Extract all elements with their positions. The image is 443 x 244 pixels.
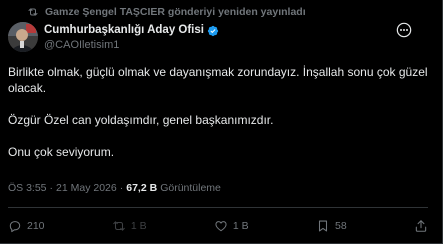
reply-count: 210 bbox=[27, 220, 45, 232]
avatar[interactable] bbox=[8, 22, 38, 52]
views-label: Görüntüleme bbox=[160, 182, 221, 194]
tweet-paragraph: Birlikte olmak, güçlü olmak ve dayanışma… bbox=[8, 65, 428, 95]
avatar-image bbox=[8, 22, 38, 52]
repost-header-text[interactable]: Gamze Şengel TAŞCIER gönderiyi yeniden y… bbox=[45, 6, 306, 18]
tweet-paragraph: Özgür Özel can yoldaşımdır, genel başkan… bbox=[8, 113, 274, 127]
heart-icon bbox=[215, 221, 227, 232]
tweet-body: Birlikte olmak, güçlü olmak ve dayanışma… bbox=[8, 64, 428, 160]
author-header: Cumhurbaşkanlığı Aday Ofisi @CAOIletisim… bbox=[44, 24, 219, 52]
meta-separator: · bbox=[49, 182, 54, 194]
bookmark-button[interactable]: 58 bbox=[316, 219, 347, 233]
tweet-card[interactable]: Gamze Şengel TAŞCIER gönderiyi yeniden y… bbox=[0, 0, 443, 244]
repost-header[interactable]: Gamze Şengel TAŞCIER gönderiyi yeniden y… bbox=[27, 6, 306, 18]
verified-badge-icon[interactable] bbox=[207, 25, 219, 37]
author-handle[interactable]: @CAOIletisim1 bbox=[44, 39, 219, 52]
repost-count: 1 B bbox=[130, 220, 147, 232]
reply-button[interactable]: 210 bbox=[8, 219, 45, 233]
tweet-paragraph: Onu çok seviyorum. bbox=[8, 145, 115, 159]
repost-icon bbox=[113, 221, 125, 231]
share-button[interactable] bbox=[414, 219, 428, 233]
action-bar: 210 1 B 1 B 58 bbox=[8, 219, 428, 233]
meta-separator: · bbox=[119, 182, 124, 194]
repost-button[interactable]: 1 B bbox=[112, 219, 147, 233]
views-count: 67,2 B bbox=[126, 182, 158, 194]
bookmark-count: 58 bbox=[335, 220, 347, 232]
like-count: 1 B bbox=[232, 220, 249, 232]
share-icon bbox=[415, 220, 427, 232]
like-button[interactable]: 1 B bbox=[214, 219, 249, 233]
tweet-date[interactable]: 21 May 2026 bbox=[56, 182, 117, 194]
divider bbox=[8, 207, 428, 208]
author-name[interactable]: Cumhurbaşkanlığı Aday Ofisi bbox=[44, 24, 204, 37]
repost-icon bbox=[28, 8, 38, 16]
tweet-time[interactable]: ÖS 3:55 bbox=[8, 182, 47, 194]
bookmark-icon bbox=[318, 220, 328, 232]
tweet-meta: ÖS 3:55 · 21 May 2026 · 67,2 B Görüntüle… bbox=[8, 182, 221, 194]
more-options-icon[interactable] bbox=[396, 22, 412, 38]
reply-icon bbox=[9, 221, 21, 233]
